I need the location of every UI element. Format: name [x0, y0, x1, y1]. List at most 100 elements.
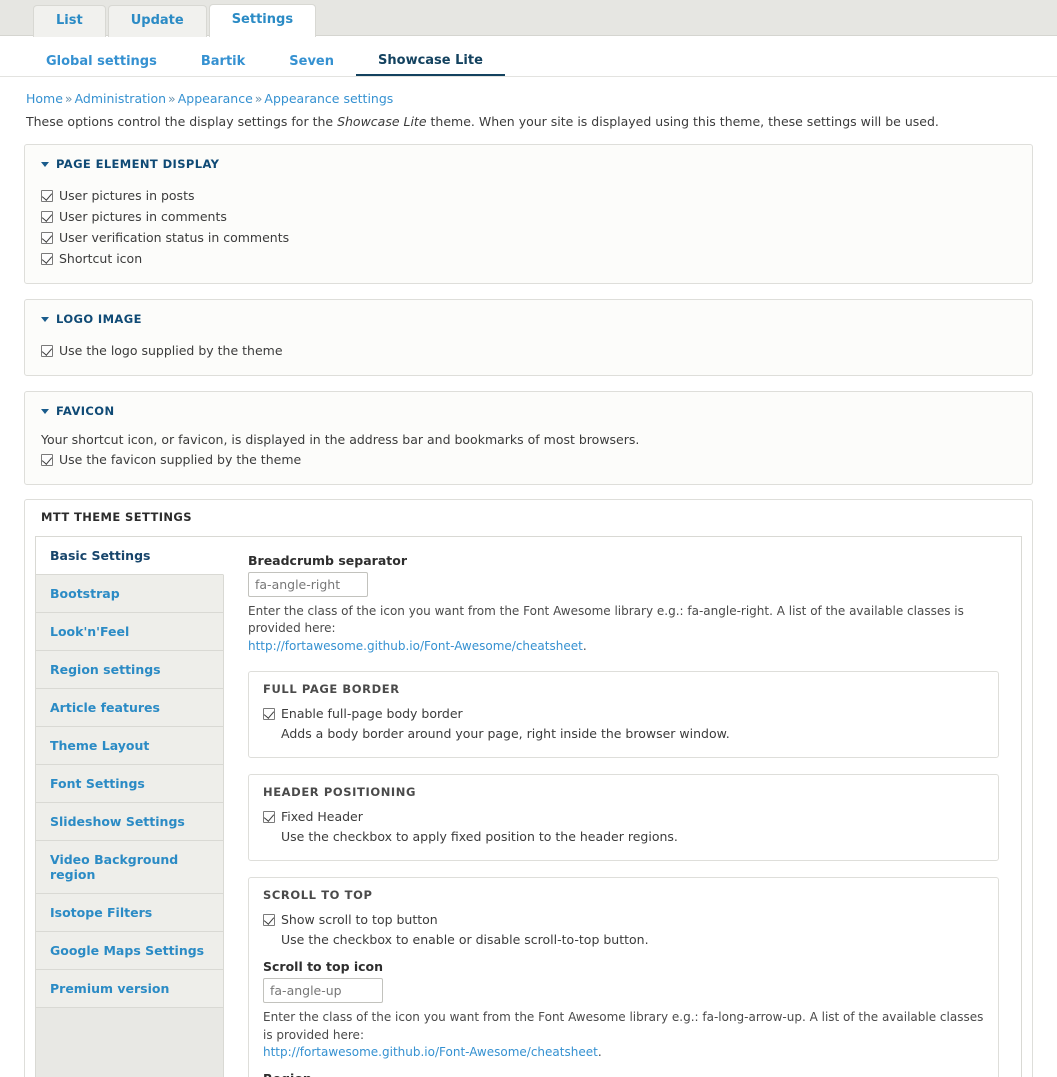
font-awesome-cheatsheet-link[interactable]: http://fortawesome.github.io/Font-Awesom… [263, 1045, 598, 1059]
breadcrumb-item-home[interactable]: Home [26, 91, 63, 106]
scroll-to-top-icon-input[interactable] [263, 978, 383, 1004]
label-region: Region [263, 1071, 984, 1077]
note-full-page-border: Adds a body border around your page, rig… [281, 726, 730, 742]
checkbox-row-enable-full-page-body-border[interactable]: Enable full-page body border [263, 703, 984, 724]
checkbox-shortcut-icon[interactable] [41, 252, 53, 265]
checkbox-row-user-pictures-posts[interactable]: User pictures in posts [41, 185, 1016, 206]
font-awesome-cheatsheet-link[interactable]: http://fortawesome.github.io/Font-Awesom… [248, 639, 583, 653]
legend-label: PAGE ELEMENT DISPLAY [56, 157, 220, 171]
vtab-bootstrap[interactable]: Bootstrap [36, 575, 223, 613]
checkbox-row-user-pictures-comments[interactable]: User pictures in comments [41, 206, 1016, 227]
breadcrumb-separator-description: Enter the class of the icon you want fro… [248, 603, 999, 655]
fieldset-favicon: FAVICON Your shortcut icon, or favicon, … [24, 391, 1033, 485]
checkbox-label: User pictures in comments [59, 209, 227, 224]
intro-after: theme. When your site is displayed using… [426, 114, 939, 129]
legend-mtt-theme-settings: MTT THEME SETTINGS [41, 510, 192, 524]
description-text: Enter the class of the icon you want fro… [263, 1010, 984, 1042]
legend-label: LOGO IMAGE [56, 312, 142, 326]
vtab-video-background-region[interactable]: Video Background region [36, 841, 223, 894]
checkbox-user-verification-status-in-comments[interactable] [41, 231, 53, 244]
checkbox-label: Enable full-page body border [281, 706, 463, 722]
checkbox-use-favicon-supplied-by-theme[interactable] [41, 453, 53, 466]
subfieldset-scroll-to-top: SCROLL TO TOP Show scroll to top button … [248, 877, 999, 1077]
tab-settings[interactable]: Settings [208, 4, 317, 37]
checkbox-user-pictures-in-posts[interactable] [41, 189, 53, 202]
intro-theme-name: Showcase Lite [337, 114, 427, 129]
vtab-region-settings[interactable]: Region settings [36, 651, 223, 689]
vtab-slideshow-settings[interactable]: Slideshow Settings [36, 803, 223, 841]
checkbox-label: User verification status in comments [59, 230, 290, 245]
checkbox-label: User pictures in posts [59, 188, 195, 203]
checkbox-row-user-verification-status[interactable]: User verification status in comments [41, 227, 1016, 248]
subtab-seven[interactable]: Seven [267, 54, 356, 76]
chevron-down-icon [41, 408, 49, 414]
fieldset-mtt-theme-settings: MTT THEME SETTINGS Basic Settings Bootst… [24, 499, 1033, 1077]
link-suffix: . [597, 1044, 602, 1059]
vtab-basic-settings[interactable]: Basic Settings [36, 537, 224, 575]
checkbox-label: Use the favicon supplied by the theme [59, 452, 302, 467]
vertical-tabs: Basic Settings Bootstrap Look'n'Feel Reg… [35, 536, 1022, 1077]
checkbox-label: Shortcut icon [59, 251, 143, 266]
legend-scroll-to-top: SCROLL TO TOP [263, 888, 373, 903]
note-scroll-to-top: Use the checkbox to enable or disable sc… [281, 932, 649, 948]
scroll-to-top-icon-description: Enter the class of the icon you want fro… [263, 1009, 984, 1061]
vtab-looknfeel[interactable]: Look'n'Feel [36, 613, 223, 651]
checkbox-row-use-theme-logo[interactable]: Use the logo supplied by the theme [41, 340, 1016, 361]
checkbox-show-scroll-to-top-button[interactable] [263, 913, 275, 926]
checkbox-user-pictures-in-comments[interactable] [41, 210, 53, 223]
checkbox-row-use-theme-favicon[interactable]: Use the favicon supplied by the theme [41, 449, 1016, 470]
tab-update[interactable]: Update [107, 5, 207, 37]
vtab-font-settings[interactable]: Font Settings [36, 765, 223, 803]
primary-tabs: List Update Settings [0, 0, 1057, 37]
breadcrumb-item-appearance-settings[interactable]: Appearance settings [264, 91, 393, 106]
subfieldset-header-positioning: HEADER POSITIONING Fixed Header Use the … [248, 774, 999, 862]
checkbox-label: Use the logo supplied by the theme [59, 343, 283, 358]
checkbox-use-logo-supplied-by-theme[interactable] [41, 344, 53, 357]
vtab-isotope-filters[interactable]: Isotope Filters [36, 894, 223, 932]
legend-logo-image[interactable]: LOGO IMAGE [41, 310, 1016, 332]
page-intro-text: These options control the display settin… [0, 106, 1057, 129]
intro-before: These options control the display settin… [26, 114, 338, 129]
primary-tabs-bar: List Update Settings [0, 0, 1057, 37]
vtab-article-features[interactable]: Article features [36, 689, 223, 727]
breadcrumb: Home» Administration» Appearance» Appearanc… [0, 77, 1057, 106]
subtab-showcase-lite[interactable]: Showcase Lite [356, 53, 505, 76]
breadcrumb-item-administration[interactable]: Administration [75, 91, 166, 106]
breadcrumb-separator: » [254, 91, 263, 106]
chevron-down-icon [41, 161, 49, 167]
note-header-positioning: Use the checkbox to apply fixed position… [281, 829, 678, 845]
legend-full-page-border: FULL PAGE BORDER [263, 682, 400, 697]
legend-header-positioning: HEADER POSITIONING [263, 785, 417, 800]
checkbox-label: Show scroll to top button [281, 912, 438, 928]
description-text: Enter the class of the icon you want fro… [248, 604, 964, 636]
breadcrumb-separator: » [64, 91, 73, 106]
checkbox-row-show-scroll-to-top-button[interactable]: Show scroll to top button [263, 909, 984, 930]
subfieldset-full-page-border: FULL PAGE BORDER Enable full-page body b… [248, 671, 999, 759]
chevron-down-icon [41, 316, 49, 322]
vtab-google-maps-settings[interactable]: Google Maps Settings [36, 932, 223, 970]
breadcrumb-separator-input[interactable] [248, 572, 368, 597]
fieldset-logo-image: LOGO IMAGE Use the logo supplied by the … [24, 299, 1033, 376]
vtab-theme-layout[interactable]: Theme Layout [36, 727, 223, 765]
subtab-bartik[interactable]: Bartik [179, 54, 267, 76]
secondary-tabs-bar: Global settings Bartik Seven Showcase Li… [0, 36, 1057, 77]
checkbox-row-fixed-header[interactable]: Fixed Header [263, 806, 984, 827]
checkbox-fixed-header[interactable] [263, 810, 275, 823]
legend-favicon[interactable]: FAVICON [41, 402, 1016, 424]
vertical-tab-pane-basic-settings: Breadcrumb separator Enter the class of … [224, 537, 1021, 1077]
legend-page-element-display[interactable]: PAGE ELEMENT DISPLAY [41, 155, 1016, 177]
favicon-description: Your shortcut icon, or favicon, is displ… [41, 432, 640, 447]
fieldset-page-element-display: PAGE ELEMENT DISPLAY User pictures in po… [24, 144, 1033, 284]
label-scroll-to-top-icon: Scroll to top icon [263, 959, 384, 975]
breadcrumb-item-appearance[interactable]: Appearance [178, 91, 253, 106]
tab-list[interactable]: List [33, 5, 106, 37]
checkbox-enable-full-page-body-border[interactable] [263, 707, 275, 720]
secondary-tabs: Global settings Bartik Seven Showcase Li… [0, 48, 1057, 77]
subtab-global-settings[interactable]: Global settings [24, 54, 179, 76]
link-suffix: . [582, 638, 587, 653]
checkbox-label: Fixed Header [281, 809, 363, 825]
breadcrumb-separator: » [168, 91, 176, 106]
label-breadcrumb-separator: Breadcrumb separator [248, 553, 407, 568]
vtab-premium-version[interactable]: Premium version [36, 970, 223, 1008]
checkbox-row-shortcut-icon[interactable]: Shortcut icon [41, 248, 1016, 269]
